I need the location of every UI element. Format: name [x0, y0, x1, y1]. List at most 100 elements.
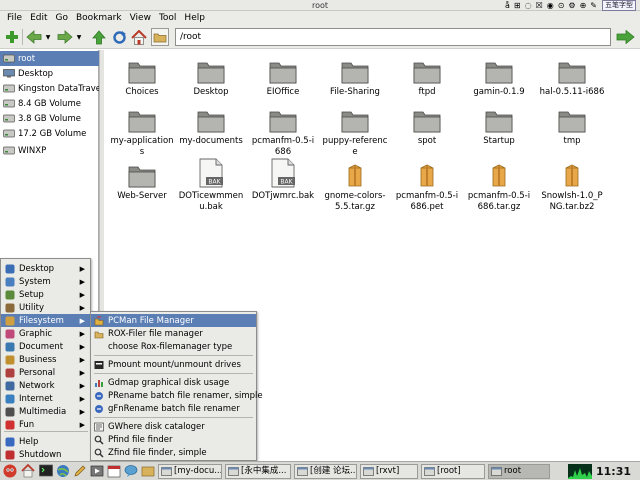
browser-icon[interactable]	[56, 464, 70, 478]
submenu-item[interactable]: gFnRename batch file renamer	[91, 402, 256, 415]
start-menu-item-help[interactable]: Help	[1, 435, 90, 448]
submenu-item[interactable]: Zfind file finder, simple	[91, 446, 256, 459]
start-menu-item-system[interactable]: System ▶	[1, 275, 90, 288]
terminal-icon[interactable]	[39, 464, 53, 478]
file-item[interactable]: my-documents	[178, 105, 244, 147]
taskbar-task[interactable]: [创建 论坛...	[294, 464, 357, 479]
media-icon[interactable]	[90, 464, 104, 478]
taskbar-task[interactable]: [my-docu...	[158, 464, 222, 479]
address-bar[interactable]: /root	[175, 28, 611, 46]
file-item[interactable]: spot	[394, 105, 460, 147]
menu-help[interactable]: Help	[180, 11, 209, 25]
menu-file[interactable]: File	[3, 11, 26, 25]
file-item[interactable]: EIOffice	[250, 56, 316, 98]
file-item[interactable]: Desktop	[178, 56, 244, 98]
editor-icon[interactable]	[73, 464, 87, 478]
start-menu-item-multimedia[interactable]: Multimedia ▶	[1, 405, 90, 418]
file-item[interactable]: hal-0.5.11-i686	[539, 56, 605, 98]
tray-icon-1[interactable]: å	[504, 1, 511, 11]
file-item[interactable]: pcmanfm-0.5-i686	[250, 105, 316, 158]
taskbar-task[interactable]: [永中集成...	[225, 464, 291, 479]
sidebar-item-volume-17-2[interactable]: 17.2 GB Volume	[0, 126, 99, 141]
start-menu-item-utility[interactable]: Utility ▶	[1, 301, 90, 314]
start-menu-item-business[interactable]: Business ▶	[1, 353, 90, 366]
start-menu-item-personal[interactable]: Personal ▶	[1, 366, 90, 379]
tray-icon-6[interactable]: ⊙	[557, 1, 566, 11]
back-dropdown-icon[interactable]: ▼	[44, 28, 52, 46]
file-item[interactable]: pcmanfm-0.5-i686.pet	[394, 160, 460, 213]
refresh-icon[interactable]	[110, 28, 128, 46]
sidebar-item-root[interactable]: root	[0, 51, 99, 66]
sidebar-item-winxp[interactable]: WINXP	[0, 143, 99, 158]
file-item[interactable]: Startup	[466, 105, 532, 147]
menu-view[interactable]: View	[126, 11, 155, 25]
menu-bookmark[interactable]: Bookmark	[72, 11, 126, 25]
submenu-item[interactable]: Pfind file finder	[91, 433, 256, 446]
tray-icon-3[interactable]: ◌	[524, 1, 533, 11]
tray-icon-5[interactable]: ◉	[546, 1, 555, 11]
up-icon[interactable]	[90, 28, 108, 46]
menu-tool[interactable]: Tool	[155, 11, 180, 25]
file-item[interactable]: ftpd	[394, 56, 460, 98]
sidebar-item-volume-8-4[interactable]: 8.4 GB Volume	[0, 96, 99, 111]
start-menu-item-setup[interactable]: Setup ▶	[1, 288, 90, 301]
window-titlebar[interactable]: root å ⊞ ◌ ☒ ◉ ⊙ ⚙ ⊕ ✎ 五笔字型	[0, 0, 640, 11]
forward-icon[interactable]	[56, 28, 74, 46]
submenu-item[interactable]: Pmount mount/unmount drives	[91, 358, 256, 371]
submenu-item[interactable]: PRename batch file renamer, simple	[91, 389, 263, 402]
submenu-item[interactable]: GWhere disk cataloger	[91, 420, 256, 433]
file-item[interactable]: SnowIsh-1.0_PNG.tar.bz2	[539, 160, 605, 213]
submenu-item[interactable]: Gdmap graphical disk usage	[91, 376, 256, 389]
start-menu-item-network[interactable]: Network ▶	[1, 379, 90, 392]
home-icon[interactable]	[130, 28, 148, 46]
taskbar-task[interactable]: [root]	[421, 464, 485, 479]
start-menu-item-desktop[interactable]: Desktop ▶	[1, 262, 90, 275]
file-item[interactable]: my-applications	[109, 105, 175, 158]
start-menu-item-graphic[interactable]: Graphic ▶	[1, 327, 90, 340]
start-menu-item-fun[interactable]: Fun ▶	[1, 418, 90, 431]
tray-icon-2[interactable]: ⊞	[513, 1, 522, 11]
submenu-item[interactable]: ROX-Filer file manager	[91, 327, 256, 340]
go-icon[interactable]	[615, 29, 635, 47]
sidebar-item-kingston[interactable]: Kingston DataTraveler	[0, 81, 99, 96]
submenu-item[interactable]: PCMan File Manager	[91, 314, 256, 327]
taskbar-task[interactable]: [rxvt]	[360, 464, 418, 479]
file-item[interactable]: Choices	[109, 56, 175, 98]
file-item[interactable]: File-Sharing	[322, 56, 388, 98]
taskbar-task[interactable]: root	[488, 464, 550, 479]
start-menu-item-shutdown[interactable]: Shutdown	[1, 448, 90, 461]
submenu-item[interactable]: choose Rox-filemanager type	[91, 340, 256, 353]
tray-icon-4[interactable]: ☒	[535, 1, 544, 11]
file-item[interactable]: gnome-colors-5.5.tar.gz	[322, 160, 388, 213]
tray-icon-9[interactable]: ✎	[589, 1, 598, 11]
file-item[interactable]: BAK DOTjwmrc.bak	[250, 158, 316, 202]
menu-go[interactable]: Go	[52, 11, 72, 25]
home-icon[interactable]	[21, 463, 35, 478]
start-menu-item-internet[interactable]: Internet ▶	[1, 392, 90, 405]
start-menu-item-filesystem[interactable]: Filesystem ▶	[1, 314, 90, 327]
tray-icon-8[interactable]: ⊕	[579, 1, 588, 11]
file-item[interactable]: pcmanfm-0.5-i686.tar.gz	[466, 160, 532, 213]
file-item[interactable]: BAK DOTicewmmenu.bak	[178, 158, 244, 213]
forward-dropdown-icon[interactable]: ▼	[75, 28, 83, 46]
ime-indicator[interactable]: 五笔字型	[602, 0, 636, 11]
file-item[interactable]: tmp	[539, 105, 605, 147]
start-menu-icon[interactable]	[3, 464, 17, 478]
sidebar-item-desktop[interactable]: Desktop	[0, 66, 99, 81]
file-item[interactable]: gamin-0.1.9	[466, 56, 532, 98]
menu-item-label: Utility	[19, 302, 45, 313]
folder-icon[interactable]	[151, 28, 169, 46]
chat-icon[interactable]	[124, 464, 138, 478]
sidebar-item-volume-3-8[interactable]: 3.8 GB Volume	[0, 111, 99, 126]
chevron-right-icon: ▶	[79, 368, 85, 377]
file-item[interactable]: Web-Server	[109, 160, 175, 202]
file-name: pcmanfm-0.5-i686.pet	[395, 191, 459, 212]
file-item[interactable]: puppy-reference	[322, 105, 388, 158]
calendar-icon[interactable]	[107, 464, 121, 478]
menu-edit[interactable]: Edit	[26, 11, 51, 25]
tray-icon-7[interactable]: ⚙	[567, 1, 576, 11]
add-icon[interactable]	[3, 28, 21, 46]
start-menu-item-document[interactable]: Document ▶	[1, 340, 90, 353]
rox-icon[interactable]	[141, 464, 155, 478]
back-icon[interactable]	[25, 28, 43, 46]
